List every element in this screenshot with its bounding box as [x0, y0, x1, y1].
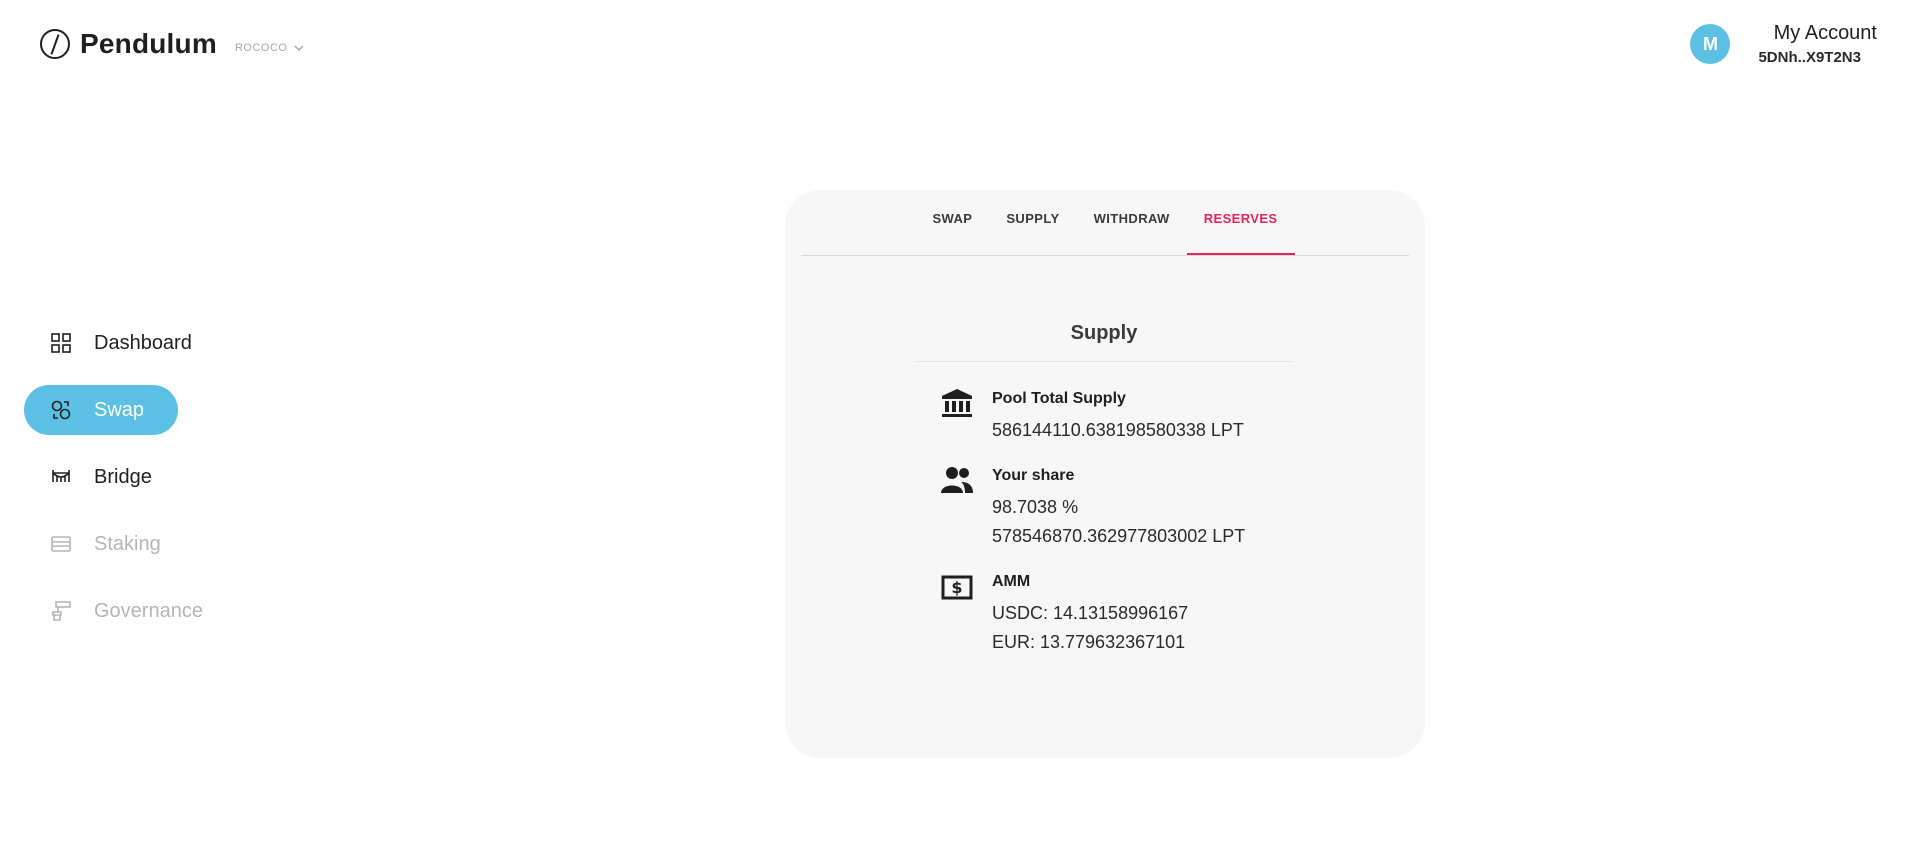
sidebar-item-governance[interactable]: Governance [24, 586, 203, 636]
your-share-label: Your share [992, 467, 1075, 484]
grid-icon [51, 333, 71, 353]
reserves-info: Pool Total Supply 586144110.638198580338… [940, 389, 1300, 679]
sidebar-item-label: Bridge [94, 465, 152, 488]
sidebar-item-label: Staking [94, 532, 161, 555]
network-label: ROCOCO [234, 42, 288, 54]
tab-supply[interactable]: SUPPLY [989, 211, 1076, 255]
staking-icon [51, 536, 71, 552]
sidebar-item-label: Dashboard [94, 331, 192, 354]
dollar-note-icon: $ [941, 575, 973, 600]
sidebar-item-staking[interactable]: Staking [24, 519, 178, 569]
amm-usdc-reserve: USDC: 14.13158996167 [992, 603, 1189, 623]
swap-card: SWAP SUPPLY WITHDRAW RESERVES Supply Poo… [785, 190, 1425, 758]
your-share-amount: 578546870.362977803002 LPT [992, 526, 1246, 546]
tab-reserves[interactable]: RESERVES [1186, 211, 1295, 255]
network-selector[interactable]: ROCOCO [235, 42, 306, 54]
sidebar-item-swap[interactable]: Swap [24, 385, 178, 435]
logo[interactable]: Pendulum ROCOCO [40, 28, 305, 60]
amm-row: $ AMM USDC: 14.13158996167 EUR: 13.77963… [940, 573, 1300, 657]
sidebar-item-label: Swap [94, 398, 145, 421]
tab-swap[interactable]: SWAP [915, 211, 989, 255]
svg-text:$: $ [951, 578, 962, 597]
sidebar-item-bridge[interactable]: Bridge [24, 452, 178, 502]
pool-total-supply-value: 586144110.638198580338 LPT [992, 420, 1244, 440]
tab-withdraw[interactable]: WITHDRAW [1077, 211, 1187, 255]
section-title: Supply [915, 322, 1293, 362]
amm-eur-reserve: EUR: 13.779632367101 [992, 632, 1186, 652]
tab-bar: SWAP SUPPLY WITHDRAW RESERVES [801, 190, 1409, 256]
your-share-row: Your share 98.7038 % 578546870.362977803… [940, 467, 1300, 551]
pool-total-supply-label: Pool Total Supply [992, 390, 1126, 407]
bridge-icon [52, 470, 70, 482]
pendulum-logo-icon [40, 29, 70, 59]
amm-label: AMM [992, 573, 1031, 590]
avatar: M [1690, 24, 1731, 64]
account-address: 5DNh..X9T2N3 [1758, 49, 1861, 66]
your-share-percent: 98.7038 % [992, 497, 1079, 517]
bank-icon [942, 389, 972, 417]
governance-icon [52, 601, 71, 621]
swap-icon [51, 400, 71, 420]
account-name: My Account [1773, 22, 1877, 44]
account-button[interactable]: M My Account 5DNh..X9T2N3 [1690, 22, 1877, 66]
people-icon [941, 467, 973, 493]
chevron-down-icon [294, 45, 304, 52]
sidebar-item-label: Governance [94, 599, 203, 622]
logo-text: Pendulum [80, 28, 217, 59]
sidebar-item-dashboard[interactable]: Dashboard [24, 318, 192, 368]
sidebar: Dashboard Swap Bridge Staking Governance [24, 318, 224, 653]
pool-total-supply-row: Pool Total Supply 586144110.638198580338… [940, 389, 1300, 445]
account-info: My Account 5DNh..X9T2N3 [1758, 22, 1877, 66]
